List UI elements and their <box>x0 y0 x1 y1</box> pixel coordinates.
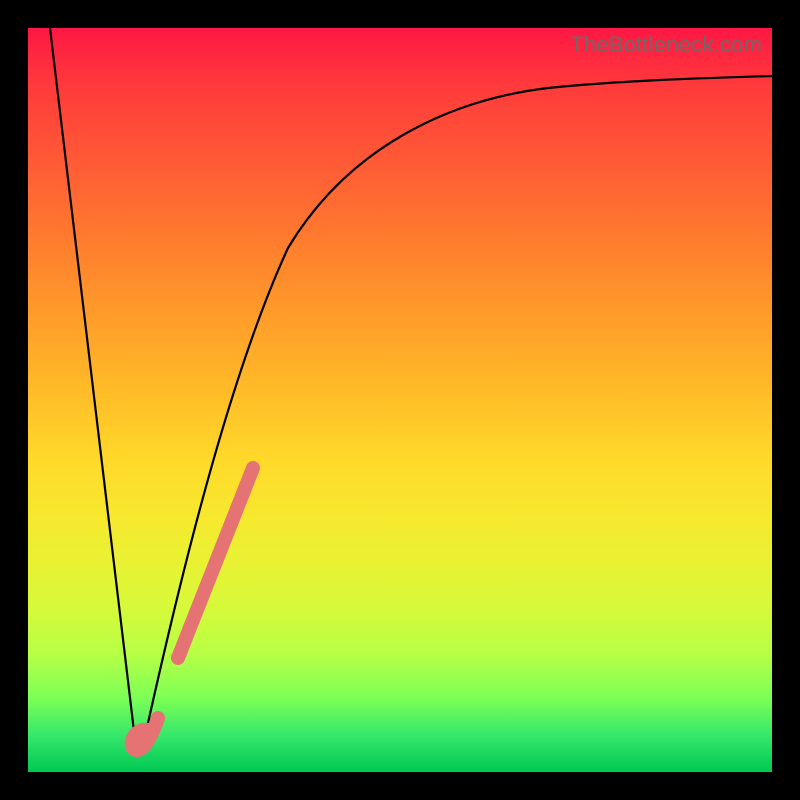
minimum-hook <box>132 718 158 750</box>
chart-frame: TheBottleneck.com <box>0 0 800 800</box>
highlight-segment <box>178 468 253 658</box>
chart-svg <box>28 28 772 772</box>
bottleneck-curve <box>50 28 772 748</box>
plot-area: TheBottleneck.com <box>28 28 772 772</box>
